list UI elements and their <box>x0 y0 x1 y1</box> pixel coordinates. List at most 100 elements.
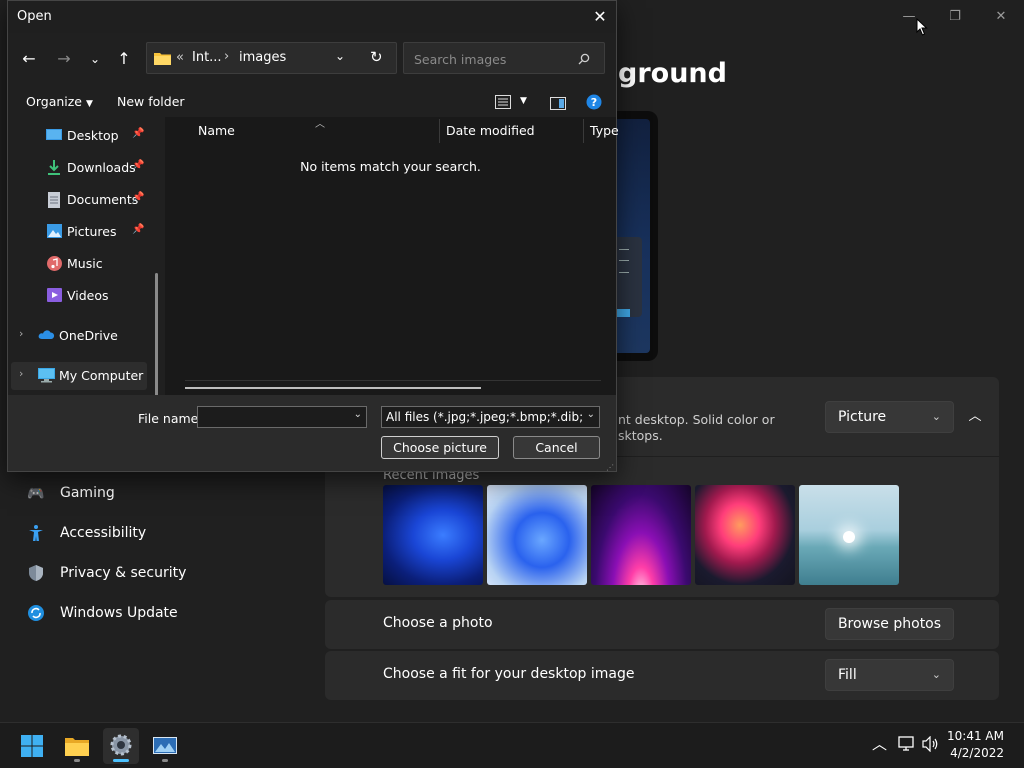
preview-menu-icon <box>619 249 629 273</box>
pin-icon: 📌 <box>132 224 145 235</box>
cancel-button[interactable]: Cancel <box>513 436 600 459</box>
computer-icon <box>38 368 55 384</box>
chevron-down-icon[interactable]: ⌄ <box>354 409 362 420</box>
preview-pane-button[interactable] <box>550 95 566 114</box>
back-button[interactable]: ← <box>17 47 41 71</box>
dialog-title: Open <box>17 9 52 24</box>
pin-icon: 📌 <box>132 128 145 139</box>
start-button[interactable] <box>14 728 50 764</box>
music-icon <box>47 256 63 272</box>
arrow-up-icon: ↑ <box>117 49 131 68</box>
chevron-down-icon: ⌄ <box>586 409 595 420</box>
close-button[interactable]: ✕ <box>978 4 1024 30</box>
recent-image-5[interactable] <box>799 485 899 585</box>
expand-chevron-icon[interactable]: › <box>19 367 35 383</box>
taskbar-settings[interactable] <box>103 728 139 764</box>
search-box[interactable] <box>403 42 605 74</box>
breadcrumb-overflow[interactable]: « <box>176 50 184 65</box>
taskbar-photos[interactable] <box>147 728 183 764</box>
help-button[interactable]: ? <box>586 94 602 114</box>
command-bar: Organize ▼ New folder ▼ ? <box>8 87 616 117</box>
file-name-input[interactable]: ⌄ <box>197 406 367 428</box>
shield-icon <box>26 564 46 584</box>
refresh-button[interactable]: ↻ <box>370 48 383 66</box>
recent-image-1[interactable] <box>383 485 483 585</box>
choose-picture-button[interactable]: Choose picture <box>381 436 499 459</box>
chevron-up-icon: ︿ <box>968 409 982 424</box>
fit-dropdown[interactable]: Fill ⌄ <box>825 659 954 691</box>
resize-grip-icon[interactable]: ⋰ <box>606 463 614 472</box>
pin-icon: 📌 <box>132 160 145 171</box>
svg-text:?: ? <box>591 96 597 109</box>
sort-ascending-icon: ︿ <box>315 119 325 130</box>
arrow-right-icon: → <box>57 49 71 68</box>
nav-item-pictures[interactable]: Pictures 📌 <box>8 218 158 246</box>
taskbar: ︿ 10:41 AM 4/2/2022 <box>0 722 1024 768</box>
recent-locations-button[interactable]: ⌄ <box>83 47 107 71</box>
browse-photos-button[interactable]: Browse photos <box>825 608 954 640</box>
dialog-titlebar[interactable]: Open ✕ <box>8 1 616 33</box>
forward-button[interactable]: → <box>52 47 76 71</box>
gamepad-icon: 🎮 <box>27 486 45 502</box>
mouse-cursor <box>916 17 928 40</box>
new-folder-button[interactable]: New folder <box>117 94 185 109</box>
chevron-down-icon: ⌄ <box>931 410 941 423</box>
recent-image-3[interactable] <box>591 485 691 585</box>
desktop-icon <box>46 128 62 144</box>
view-options-button[interactable] <box>495 94 511 113</box>
pictures-icon <box>47 224 63 240</box>
show-hidden-icons-button[interactable]: ︿ <box>872 733 887 754</box>
page-title: ground <box>618 58 727 89</box>
expand-chevron-icon[interactable]: › <box>19 327 35 343</box>
nav-item-videos[interactable]: Videos <box>8 282 158 310</box>
nav-item-documents[interactable]: Documents 📌 <box>8 186 158 214</box>
maximize-button[interactable]: ❐ <box>932 4 978 30</box>
nav-item-my-computer[interactable]: › My Computer <box>11 362 147 390</box>
search-icon <box>578 50 590 69</box>
address-dropdown-button[interactable]: ⌄ <box>335 49 345 63</box>
horizontal-scrollbar[interactable] <box>185 387 481 389</box>
nav-item-music[interactable]: Music <box>8 250 158 278</box>
download-icon <box>47 160 63 176</box>
breadcrumb-item[interactable]: Int... <box>192 50 222 65</box>
network-icon[interactable] <box>898 736 916 756</box>
up-button[interactable]: ↑ <box>112 47 136 71</box>
caret-down-icon: ▼ <box>85 99 93 109</box>
nav-item-downloads[interactable]: Downloads 📌 <box>8 154 158 182</box>
column-header-type[interactable]: Type <box>590 123 619 138</box>
recent-image-4[interactable] <box>695 485 795 585</box>
breadcrumb-item[interactable]: images <box>239 50 286 65</box>
clock-date[interactable]: 4/2/2022 <box>930 746 1004 760</box>
taskbar-file-explorer[interactable] <box>59 728 95 764</box>
file-name-label: File name: <box>138 411 203 426</box>
dialog-close-button[interactable]: ✕ <box>584 5 616 29</box>
file-type-dropdown[interactable]: All files (*.jpg;*.jpeg;*.bmp;*.dib;*.pn… <box>381 406 600 428</box>
collapse-button[interactable]: ︿ <box>962 404 988 430</box>
close-icon: ✕ <box>593 7 607 26</box>
column-header-name[interactable]: Name <box>198 123 235 138</box>
background-description: sktops. <box>618 428 663 443</box>
search-input[interactable] <box>412 49 576 69</box>
dialog-footer: File name: ⌄ All files (*.jpg;*.jpeg;*.b… <box>8 395 616 472</box>
desktop-preview <box>612 111 658 361</box>
navigation-pane: Desktop 📌 Downloads 📌 Documents 📌 Pictur… <box>8 117 160 429</box>
chevron-up-icon: ︿ <box>872 735 888 753</box>
clock-time[interactable]: 10:41 AM <box>930 729 1004 743</box>
address-bar[interactable]: « Int... › images ⌄ ↻ <box>146 42 397 74</box>
breadcrumb-separator-icon: › <box>224 49 230 64</box>
view-dropdown-icon[interactable]: ▼ <box>520 96 527 106</box>
refresh-icon: ↻ <box>370 48 383 66</box>
nav-item-desktop[interactable]: Desktop 📌 <box>8 122 158 150</box>
empty-state-message: No items match your search. <box>300 159 481 174</box>
recent-image-2[interactable] <box>487 485 587 585</box>
background-type-dropdown[interactable]: Picture ⌄ <box>825 401 954 433</box>
file-list: ︿ Name Date modified Type No items match… <box>165 117 619 395</box>
videos-icon <box>47 288 63 304</box>
cloud-icon <box>38 328 55 344</box>
nav-item-onedrive[interactable]: › OneDrive <box>8 322 158 350</box>
accessibility-icon <box>26 524 46 544</box>
organize-button[interactable]: Organize ▼ <box>26 94 93 109</box>
chevron-down-icon: ⌄ <box>89 52 101 66</box>
arrow-left-icon: ← <box>22 49 36 68</box>
column-header-date-modified[interactable]: Date modified <box>446 123 535 138</box>
